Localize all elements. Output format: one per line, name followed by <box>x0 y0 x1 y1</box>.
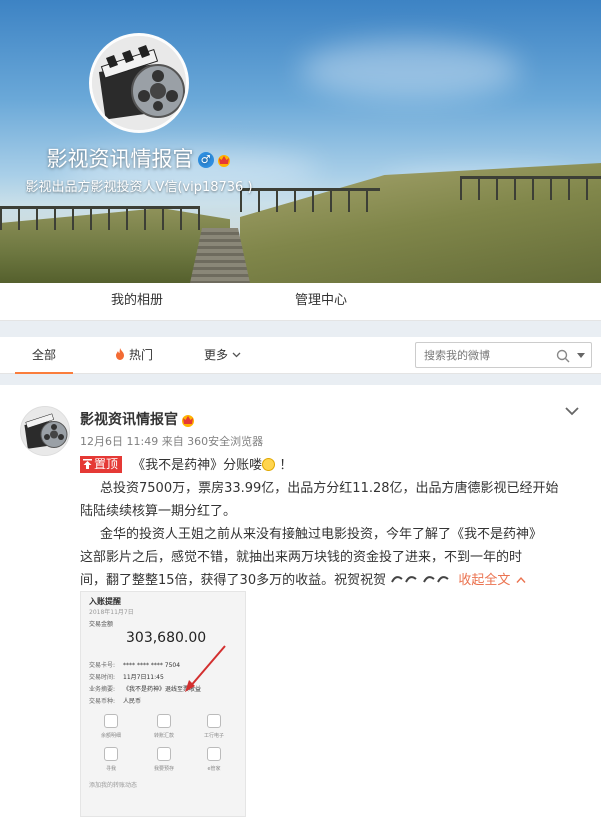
img-amount-label: 交易金额 <box>89 621 114 628</box>
post-para2-line3: 间，翻了整整15倍，获得了30多万的收益。祝贺祝贺 收起全文 <box>80 569 585 592</box>
feed-tabs: 全部 热门 更多 <box>0 337 601 374</box>
img-row-label: 交易币种: <box>89 698 116 705</box>
img-row-value: 11月7日11:45 <box>123 674 164 681</box>
img-row-value: 人民币 <box>123 698 142 705</box>
img-grid-label: 我要预存 <box>153 766 174 772</box>
profile-description: 影视出品方影视投资人V信(vip18736 ) <box>25 180 253 195</box>
pinned-badge: 置顶 <box>80 456 123 473</box>
profile-cover: 影视资讯情报官 ♂ 影视出品方影视投资人V信(vip18736 ) <box>0 0 601 283</box>
img-footer: 添加我的转账动态 <box>89 782 138 789</box>
search-dropdown-icon[interactable] <box>576 352 586 360</box>
post-options-chevron-icon[interactable] <box>564 405 580 417</box>
tab-more[interactable]: 更多 <box>204 337 241 374</box>
img-header: 入账提醒 <box>89 597 121 606</box>
profile-nav: 我的相册 管理中心 <box>0 283 601 321</box>
img-grid-label: 工行电子 <box>203 733 224 739</box>
tab-hot-label: 热门 <box>129 348 154 362</box>
search-box <box>415 342 592 368</box>
chevron-down-icon <box>232 352 241 358</box>
search-input[interactable] <box>416 343 546 367</box>
pin-icon <box>83 459 92 469</box>
img-grid-label: 寻我 <box>105 766 116 772</box>
post-para2-line1: 金华的投资人王姐之前从来没有接触过电影投资，今年了解了《我不是药神》 <box>100 527 543 542</box>
post-body: 置顶 《我不是药神》分账喽 ！ 总投资7500万，票房33.99亿，出品方分红1… <box>80 454 585 592</box>
img-grid-label: 转账汇款 <box>153 733 174 739</box>
post-image[interactable]: 入账提醒 2018年11月7日 交易金额 303,680.00 交易卡号: ***… <box>80 591 246 817</box>
img-row: 交易卡号: **** **** **** 7504 <box>89 660 180 669</box>
profile-avatar[interactable] <box>89 33 189 133</box>
collapse-full-text-link[interactable]: 收起全文 <box>458 573 526 588</box>
nav-manage-center[interactable]: 管理中心 <box>295 283 347 321</box>
img-grid-icon <box>207 714 221 728</box>
img-grid-icon <box>157 714 171 728</box>
post-para1-line2: 陆陆续续核算一期分红了。 <box>80 504 237 519</box>
clapping-emoji-icons <box>391 576 449 583</box>
post-author-name: 影视资讯情报官 <box>80 409 196 429</box>
vip-crown-icon[interactable] <box>180 413 196 427</box>
chevron-up-icon <box>516 576 526 583</box>
search-icon[interactable] <box>556 349 570 363</box>
vip-crown-icon[interactable] <box>216 153 232 167</box>
img-grid-icon <box>104 714 118 728</box>
tab-more-label: 更多 <box>204 348 229 362</box>
pinned-label: 置顶 <box>94 457 119 471</box>
red-arrow-annotation <box>185 645 226 692</box>
img-row: 交易币种: 人民币 <box>89 696 141 705</box>
img-grid-label: 余额明细 <box>100 733 121 739</box>
tab-all-label: 全部 <box>31 348 56 362</box>
post-meta: 12月6日 11:49 来自 360安全浏览器 <box>80 435 264 448</box>
img-grid-icon <box>104 747 118 761</box>
img-grid-icon <box>207 747 221 761</box>
img-date: 2018年11月7日 <box>89 609 134 616</box>
post-para1-line1: 总投资7500万，票房33.99亿，出品方分红11.28亿，出品方唐德影视已经开… <box>100 481 559 496</box>
profile-name: 影视资讯情报官 ♂ <box>0 143 278 173</box>
nav-my-album[interactable]: 我的相册 <box>111 283 163 321</box>
img-row-label: 交易卡号: <box>89 662 116 669</box>
post-title-tail: ！ <box>279 458 293 473</box>
tab-hot[interactable]: 热门 <box>115 337 153 374</box>
tab-all[interactable]: 全部 <box>15 337 73 374</box>
collapse-label: 收起全文 <box>458 573 511 588</box>
post-title: 《我不是药神》分账喽 <box>132 458 263 473</box>
img-row: 交易时间: 11月7日11:45 <box>89 672 164 681</box>
img-row-label: 交易时间: <box>89 674 116 681</box>
img-row-label: 业务摘要: <box>89 686 116 693</box>
img-grid-label: e管家 <box>207 766 221 772</box>
flame-icon <box>116 348 124 360</box>
img-row-value: **** **** **** 7504 <box>123 662 181 669</box>
profile-name-text: 影视资讯情报官 <box>46 147 194 171</box>
post-card: 影视资讯情报官 12月6日 11:49 来自 360安全浏览器 置顶 《我不是药… <box>0 385 601 824</box>
post-author-link[interactable]: 影视资讯情报官 <box>80 412 178 428</box>
male-icon: ♂ <box>197 152 214 168</box>
post-para2-line2: 这部影片之后，感觉不错，就抽出来两万块钱的资金投了进来，不到一年的时 <box>80 550 523 565</box>
post-title-line: 置顶 《我不是药神》分账喽 ！ <box>80 454 585 477</box>
post-author-avatar[interactable] <box>20 406 70 456</box>
img-grid-icon <box>157 747 171 761</box>
smile-emoji-icon <box>262 458 276 471</box>
film-reel-logo <box>92 36 186 130</box>
post-para2-line3-text: 间，翻了整整15倍，获得了30多万的收益。祝贺祝贺 <box>80 573 387 588</box>
film-reel-logo <box>21 407 69 455</box>
